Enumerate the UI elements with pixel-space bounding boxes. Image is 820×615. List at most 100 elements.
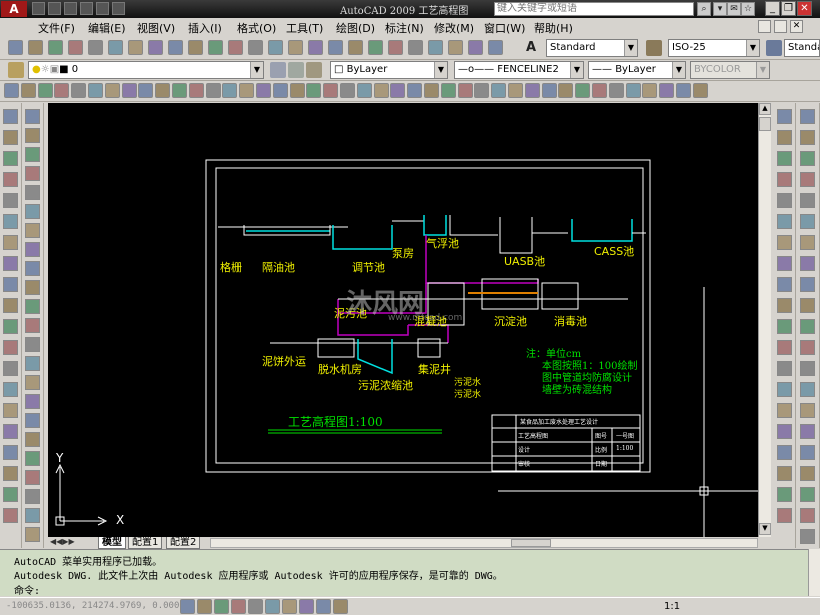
quickcalc-icon[interactable] [468,40,483,55]
layer-match-icon[interactable] [777,445,792,460]
stretch-icon[interactable] [25,261,40,276]
copy-object-icon[interactable] [25,128,40,143]
3dalign-icon[interactable] [306,83,322,98]
extend-icon[interactable] [25,299,40,314]
paste-icon[interactable] [188,40,203,55]
break-at-point-icon[interactable] [25,318,40,333]
ucs-face-icon[interactable] [407,83,423,98]
dist-icon[interactable] [25,432,40,447]
layer-state-icon[interactable] [306,62,322,78]
undo-icon[interactable] [248,40,263,55]
break-icon[interactable] [25,337,40,352]
menu-format[interactable]: 格式(O) [237,20,276,36]
chamfer-icon[interactable] [25,375,40,390]
sweep-icon[interactable] [172,83,187,98]
view-front-icon[interactable] [642,83,658,98]
view-left-icon[interactable] [608,83,624,98]
table-style-icon[interactable] [766,40,782,56]
scale-icon[interactable] [25,242,40,257]
cone-icon[interactable] [37,83,53,98]
dim-space-icon[interactable] [800,340,815,355]
toolpalettes-icon[interactable] [408,40,423,55]
markup-icon[interactable] [448,40,463,55]
menu-file[interactable]: 文件(F) [38,20,75,36]
dimtedit-icon[interactable] [800,487,815,502]
matchprop-icon[interactable] [208,40,223,55]
dimedit-icon[interactable] [800,466,815,481]
scroll-up-icon[interactable]: ▲ [759,103,771,115]
doc-minimize-button[interactable] [758,20,771,33]
hatch-back-icon[interactable] [777,256,792,271]
menu-modify[interactable]: 修改(M) [434,20,474,36]
doc-restore-button[interactable] [774,20,787,33]
ucs-object-icon[interactable] [424,83,439,98]
view-se-icon[interactable] [692,83,708,98]
area-icon[interactable] [25,451,40,466]
revcloud-icon[interactable] [3,256,18,271]
erase-icon[interactable] [25,109,40,124]
hscroll-thumb[interactable] [511,539,551,547]
blockeditor-icon[interactable] [228,40,243,55]
3drotate-icon[interactable] [289,83,305,98]
command-scrollbar[interactable] [808,549,820,596]
text-front-icon[interactable] [777,214,792,229]
menu-view[interactable]: 视图(V) [137,20,175,36]
text-style-select[interactable]: Standard ▼ [546,39,638,57]
ucs-x-icon[interactable] [508,83,523,98]
otrack-icon[interactable] [265,599,280,614]
color-select[interactable]: □ ByLayer ▼ [330,61,448,79]
ucs-3point-icon[interactable] [491,83,507,98]
diameter-dim-icon[interactable] [800,235,815,250]
open-file-icon[interactable] [48,2,61,15]
aligned-dim-icon[interactable] [800,130,815,145]
view-sw-icon[interactable] [676,83,691,98]
polyline-icon[interactable] [3,151,18,166]
add-selected-icon[interactable] [3,508,18,523]
join-icon[interactable] [25,356,40,371]
revolve-icon[interactable] [188,83,204,98]
ortho-icon[interactable] [214,599,229,614]
view-top-icon[interactable] [575,83,591,98]
presspull-icon[interactable] [155,83,171,98]
layer-freeze-icon[interactable] [777,382,792,397]
jogged-icon[interactable] [800,214,815,229]
region-icon[interactable] [3,445,18,460]
inquiry-icon[interactable] [25,527,40,542]
baseline-icon[interactable] [800,298,815,313]
view-right-icon[interactable] [625,83,641,98]
layer-off-icon[interactable] [777,361,792,376]
tab-layout2[interactable]: 配置2 [166,537,201,549]
ungroup-icon[interactable] [777,319,792,334]
circle-icon[interactable] [3,235,18,250]
copy-icon[interactable] [168,40,183,55]
zoom-previous-icon[interactable] [348,40,363,55]
ucs-world-icon[interactable] [373,83,389,98]
linear-dim-icon[interactable] [800,109,815,124]
redo-icon[interactable] [112,2,125,15]
view-bottom-icon[interactable] [592,83,607,98]
send-back-icon[interactable] [777,151,792,166]
grid-icon[interactable] [197,599,212,614]
layer-walk-icon[interactable] [777,466,792,481]
insert-block-icon[interactable] [3,340,18,355]
designcenter-icon[interactable] [388,40,403,55]
save-icon[interactable] [64,2,77,15]
layer-unlock-icon[interactable] [777,424,792,439]
rectangle-icon[interactable] [3,193,18,208]
bring-above-icon[interactable] [777,172,792,187]
ucs-z-icon[interactable] [541,83,557,98]
draworder-icon[interactable] [777,109,792,124]
help-icon[interactable] [488,40,503,55]
planar-icon[interactable] [121,83,137,98]
snap-icon[interactable] [180,599,195,614]
scroll-down-icon[interactable]: ▼ [759,523,771,535]
redo-icon[interactable] [268,40,283,55]
lwt-icon[interactable] [316,599,331,614]
angular-dim-icon[interactable] [800,256,815,271]
make-current-layer-icon[interactable] [270,62,286,78]
pan-icon[interactable] [288,40,303,55]
layer-select[interactable]: ●☼▣■ 0 ▼ [28,61,264,79]
group-icon[interactable] [777,298,792,313]
spline-icon[interactable] [3,277,18,292]
dim-front-icon[interactable] [777,235,792,250]
